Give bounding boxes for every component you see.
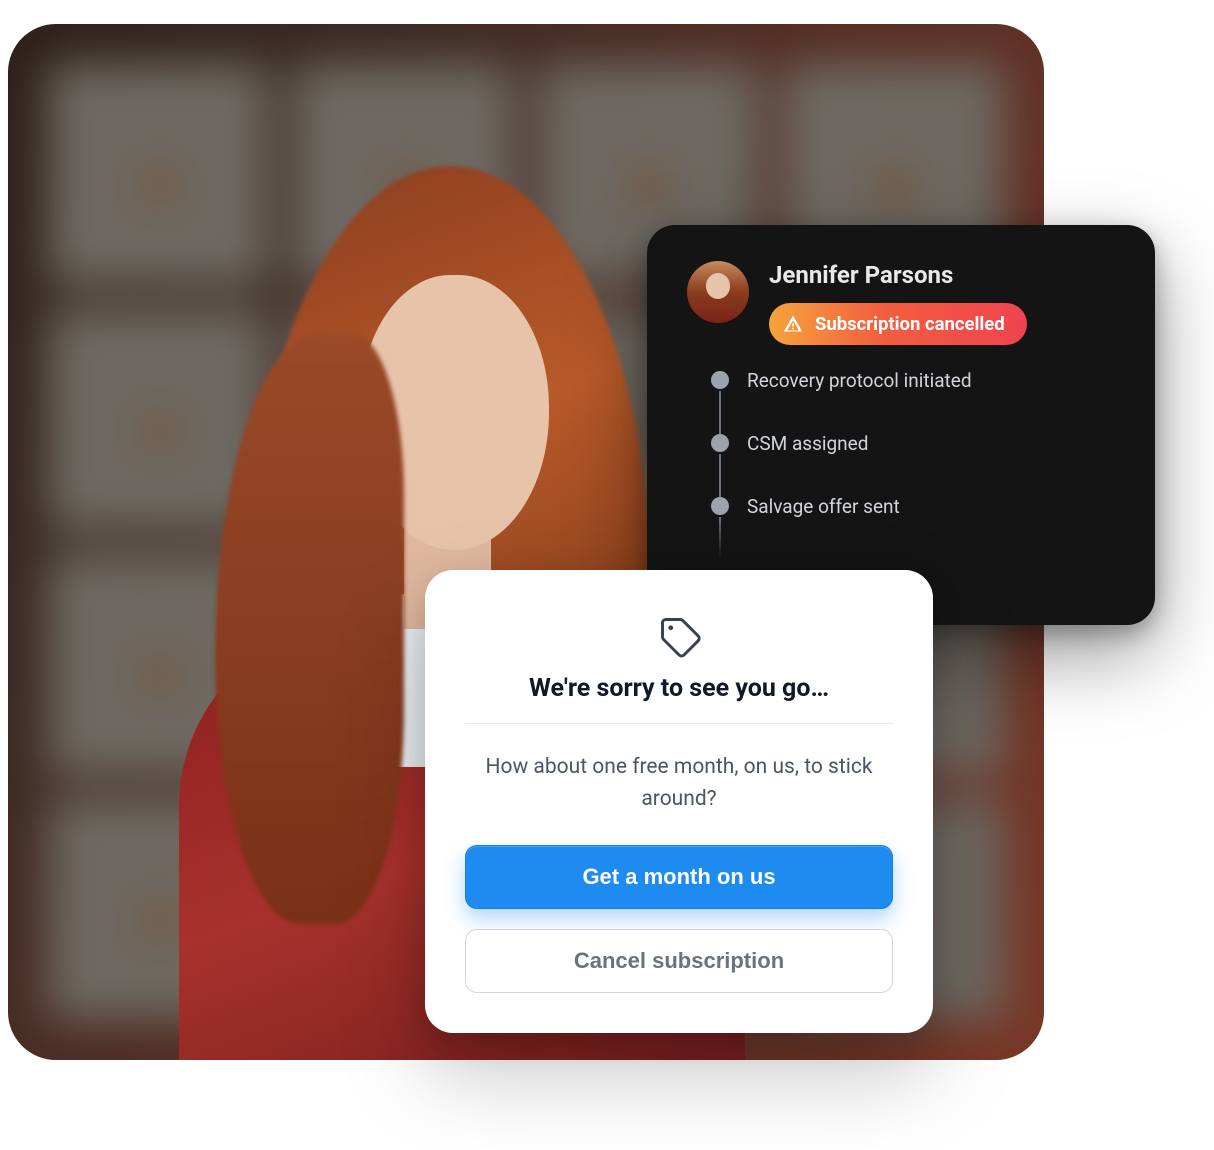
offer-title: We're sorry to see you go…: [465, 674, 893, 703]
warning-icon: [783, 314, 803, 334]
timeline-label: Salvage offer sent: [747, 495, 900, 518]
timeline-connector: [719, 454, 721, 497]
timeline-item: Salvage offer sent: [711, 495, 1115, 518]
timeline-item: Recovery protocol initiated: [711, 369, 1115, 432]
timeline-label: CSM assigned: [747, 432, 868, 455]
avatar: [687, 261, 749, 323]
timeline-connector: [719, 517, 721, 558]
timeline: Recovery protocol initiated CSM assigned…: [711, 369, 1115, 518]
customer-info: Jennifer Parsons Subscription cancelled: [769, 261, 1115, 345]
customer-card: Jennifer Parsons Subscription cancelled …: [647, 225, 1155, 625]
customer-header: Jennifer Parsons Subscription cancelled: [687, 261, 1115, 345]
accept-offer-button[interactable]: Get a month on us: [465, 845, 893, 909]
timeline-dot-icon: [711, 434, 729, 452]
cancel-subscription-button[interactable]: Cancel subscription: [465, 929, 893, 993]
timeline-label: Recovery protocol initiated: [747, 369, 972, 392]
status-label: Subscription cancelled: [815, 313, 1005, 335]
timeline-connector: [719, 391, 721, 434]
timeline-item: CSM assigned: [711, 432, 1115, 495]
customer-name: Jennifer Parsons: [769, 261, 1115, 289]
offer-body: How about one free month, on us, to stic…: [465, 752, 893, 815]
timeline-dot-icon: [711, 497, 729, 515]
tag-icon: [657, 614, 701, 658]
divider: [465, 723, 893, 724]
status-badge: Subscription cancelled: [769, 303, 1027, 345]
offer-modal: We're sorry to see you go… How about one…: [425, 570, 933, 1033]
timeline-dot-icon: [711, 371, 729, 389]
